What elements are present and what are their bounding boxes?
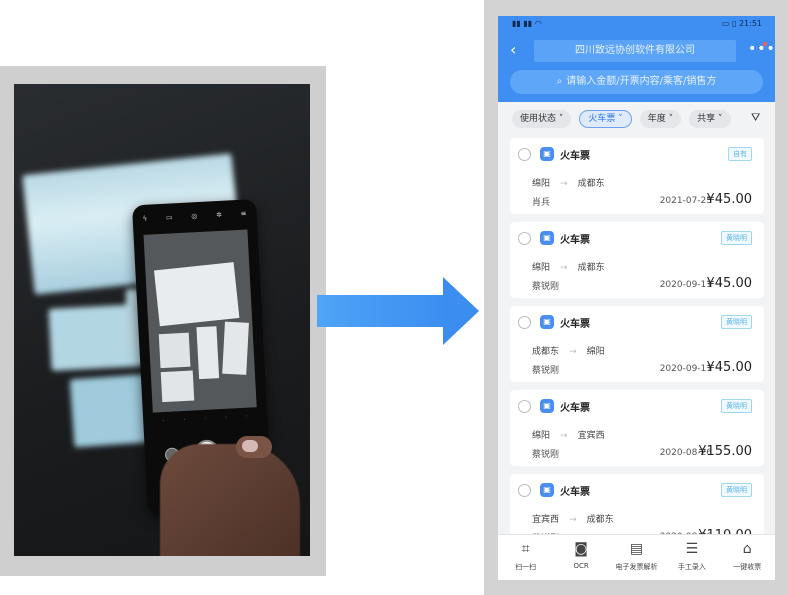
invoice-app: ▮▮ ▮▮ ◠ ▭ ▯ 21:51 ‹ 四川致远协创软件有限公司 ••• ⌕ 请输…	[498, 16, 775, 580]
tab-e-invoice[interactable]: ▤ 电子发票解析	[609, 535, 663, 580]
app-header: ▮▮ ▮▮ ◠ ▭ ▯ 21:51 ‹ 四川致远协创软件有限公司 ••• ⌕ 请输…	[498, 16, 775, 102]
select-radio[interactable]	[518, 400, 531, 413]
tab-ocr[interactable]: ◙ OCR	[554, 535, 608, 580]
tab-label: 一键收票	[733, 563, 762, 571]
photo-frame: ϟ ▭ ◎ ✲ ≡ · · · · ·	[0, 66, 326, 576]
ticket-card[interactable]: ▣ 火车票 黄晓明 绵阳 → 宜宾西 蔡锐刚 2020-08-26 ¥155.00	[510, 390, 764, 466]
tab-scan[interactable]: ⌗ 扫一扫	[499, 535, 553, 580]
passenger-name: 蔡锐刚	[532, 450, 560, 460]
filter-year[interactable]: 年度 ˅	[639, 110, 682, 128]
menu-icon: ≡	[240, 209, 247, 218]
ticket-type: 火车票	[560, 319, 590, 330]
ticket-card[interactable]: ▣ 火车票 黄晓明 成都东 → 绵阳 蔡锐刚 2020-09-11 ¥45.00	[510, 306, 764, 382]
ticket-date: 2020-09-11	[659, 364, 712, 374]
ticket-card[interactable]: ▣ 火车票 黄晓明 绵阳 → 成都东 蔡锐刚 2020-09-11 ¥45.00	[510, 222, 764, 298]
flash-icon: ϟ	[142, 214, 148, 223]
select-radio[interactable]	[518, 148, 531, 161]
composite-figure: ϟ ▭ ◎ ✲ ≡ · · · · · ▮▮ ▮▮ ◠ ▭ ▯ 21:51 ‹ …	[0, 0, 787, 595]
owner-tag: 黄晓明	[721, 231, 752, 245]
owner-tag: 黄晓明	[721, 399, 752, 413]
camera-icon: ◙	[574, 541, 588, 557]
ticket-type: 火车票	[560, 235, 590, 246]
owner-tag: 黄晓明	[721, 315, 752, 329]
back-icon[interactable]: ‹	[510, 41, 516, 59]
select-radio[interactable]	[518, 316, 531, 329]
search-icon: ⌕	[556, 76, 563, 87]
passenger-name: 蔡锐刚	[532, 366, 560, 376]
filter-train-ticket[interactable]: 火车票 ˅	[579, 110, 632, 128]
passenger-name: 蔡锐刚	[532, 282, 560, 292]
more-icon[interactable]: •••	[748, 41, 775, 57]
settings-icon: ✲	[215, 210, 223, 220]
ticket-type: 火车票	[560, 151, 590, 162]
paper-in-view	[196, 326, 220, 380]
select-radio[interactable]	[518, 232, 531, 245]
passenger-name: 肖兵	[532, 198, 551, 208]
train-icon: ▣	[540, 483, 554, 497]
tab-label: OCR	[573, 562, 589, 570]
train-icon: ▣	[540, 231, 554, 245]
scanning-photo: ϟ ▭ ◎ ✲ ≡ · · · · ·	[14, 84, 310, 556]
train-icon: ▣	[540, 315, 554, 329]
camera-viewfinder	[143, 229, 257, 413]
ticket-route: 绵阳 → 成都东	[532, 263, 605, 273]
arrow-right-head	[443, 277, 479, 345]
ticket-card[interactable]: ▣ 火车票 自有 绵阳 → 成都东 肖兵 2021-07-25 ¥45.00	[510, 138, 764, 214]
ticket-amount: ¥155.00	[698, 444, 752, 459]
camera-mode-strip: · · · · ·	[162, 413, 248, 425]
funnel-icon[interactable]: ⛛	[751, 111, 760, 125]
status-bar: ▮▮ ▮▮ ◠ ▭ ▯ 21:51	[512, 19, 762, 31]
ticket-date: 2021-07-25	[659, 196, 712, 206]
filter-usage-status[interactable]: 使用状态 ˅	[512, 110, 572, 128]
tab-label: 手工录入	[677, 563, 706, 571]
tab-manual-entry[interactable]: ☰ 手工录入	[665, 535, 719, 580]
hand	[160, 444, 300, 556]
ticket-route: 绵阳 → 成都东	[532, 179, 605, 189]
camera-top-controls: ϟ ▭ ◎ ✲ ≡	[142, 209, 246, 226]
bottom-tab-bar: ⌗ 扫一扫 ◙ OCR ▤ 电子发票解析 ☰ 手工录入 ⌂ 一键收票	[498, 534, 775, 580]
select-radio[interactable]	[518, 484, 531, 497]
filter-bar: 使用状态 ˅ 火车票 ˅ 年度 ˅ 共享 ˅ ⛛	[498, 106, 775, 132]
owner-tag: 黄晓明	[721, 483, 752, 497]
company-name: 四川致远协创软件有限公司	[575, 45, 695, 56]
invoice-search-icon: ▤	[629, 541, 644, 557]
ticket-amount: ¥45.00	[706, 276, 753, 291]
ticket-route: 绵阳 → 宜宾西	[532, 431, 605, 441]
signal-icon: ▮▮ ▮▮ ◠	[512, 19, 542, 28]
arrow-right-icon	[317, 295, 445, 327]
ticket-route: 成都东 → 绵阳	[532, 347, 605, 357]
filter-share[interactable]: 共享 ˅	[689, 110, 731, 128]
scan-icon: ⌗	[521, 541, 530, 557]
document-icon: ☰	[685, 541, 699, 557]
filter-icon: ◎	[191, 212, 198, 221]
ticket-amount: ¥45.00	[706, 192, 753, 207]
tab-label: 扫一扫	[515, 563, 537, 571]
ticket-amount: ¥45.00	[706, 360, 753, 375]
owner-tag: 自有	[728, 147, 752, 161]
nav-row: ‹ 四川致远协创软件有限公司 •••	[498, 38, 775, 64]
paper-in-view	[222, 321, 249, 375]
company-selector[interactable]: 四川致远协创软件有限公司	[534, 40, 736, 62]
search-input[interactable]: ⌕ 请输入金额/开票内容/乘客/销售方	[510, 70, 763, 94]
train-icon: ▣	[540, 147, 554, 161]
status-time: ▭ ▯ 21:51	[721, 19, 762, 28]
tab-label: 电子发票解析	[615, 563, 658, 571]
tab-collect[interactable]: ⌂ 一键收票	[720, 535, 774, 580]
hdr-icon: ▭	[165, 213, 173, 222]
paper-in-view	[160, 370, 195, 403]
fingernail	[242, 440, 258, 452]
ticket-date: 2020-09-11	[659, 280, 712, 290]
ticket-type: 火车票	[560, 403, 590, 414]
paper-in-view	[153, 262, 240, 327]
search-placeholder: 请输入金额/开票内容/乘客/销售方	[566, 76, 717, 87]
paper-in-view	[158, 332, 191, 369]
collect-icon: ⌂	[742, 541, 752, 557]
ticket-type: 火车票	[560, 487, 590, 498]
notification-dot	[763, 42, 767, 46]
ticket-route: 宜宾西 → 成都东	[532, 515, 614, 525]
train-icon: ▣	[540, 399, 554, 413]
